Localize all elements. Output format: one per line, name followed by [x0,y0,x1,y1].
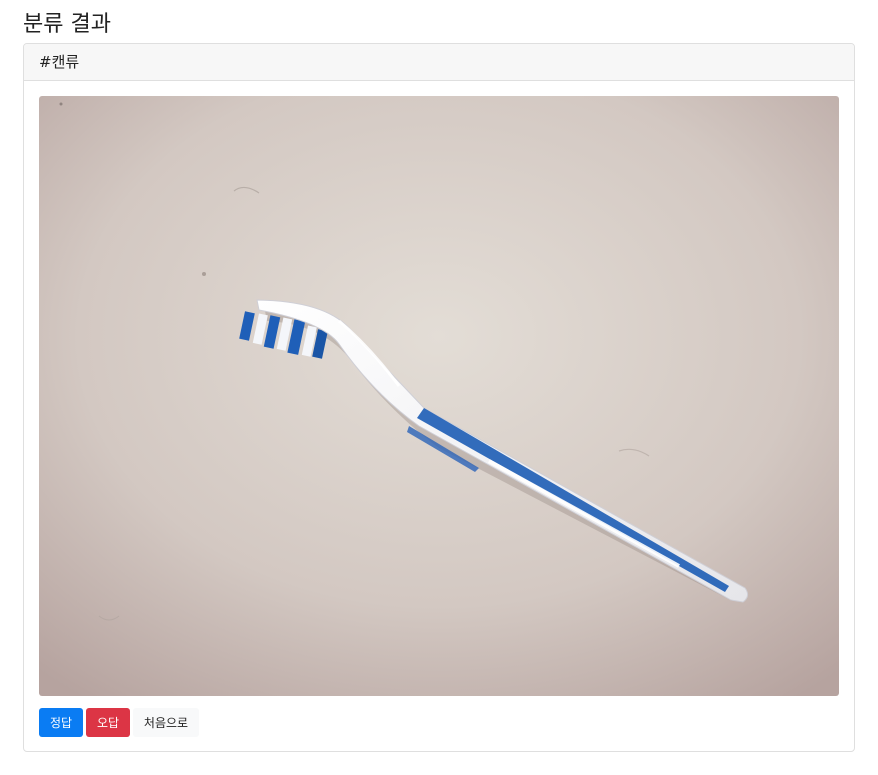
result-card: #캔류 정답 오답 처음으로 [23,43,855,752]
classified-photo [39,96,839,696]
restart-button[interactable]: 처음으로 [133,708,199,737]
correct-button[interactable]: 정답 [39,708,83,737]
answer-buttons: 정답 오답 처음으로 [39,708,199,737]
category-header: #캔류 [24,44,854,81]
wrong-button[interactable]: 오답 [86,708,130,737]
toothbrush-photo [39,96,839,696]
page-title: 분류 결과 [23,12,111,37]
